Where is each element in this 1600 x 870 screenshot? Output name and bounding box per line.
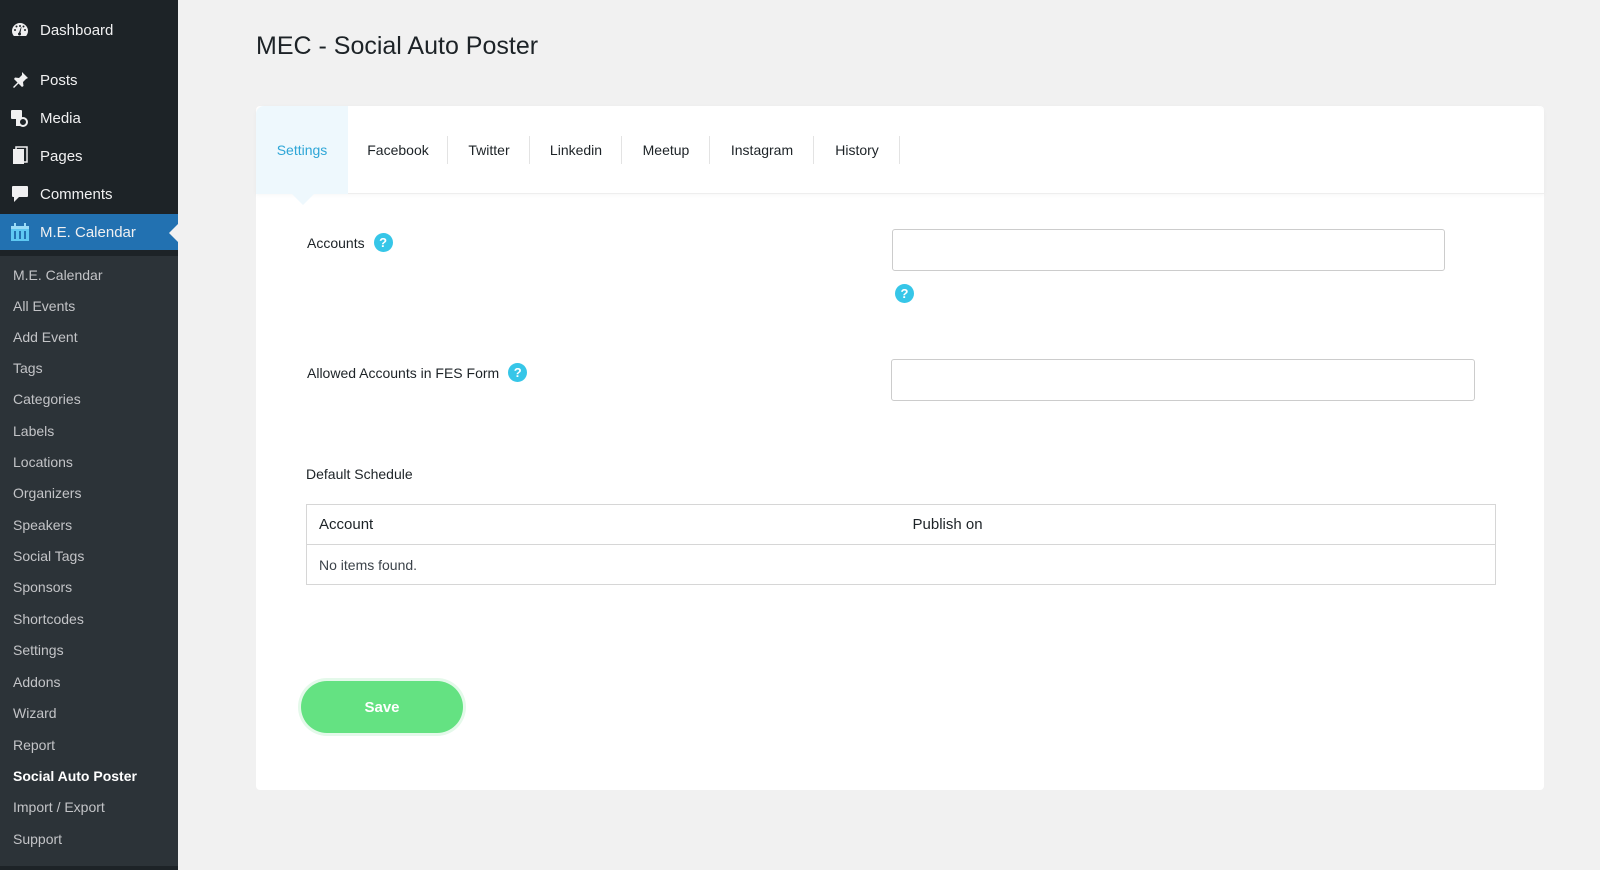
allowed-accounts-label-text: Allowed Accounts in FES Form bbox=[307, 364, 500, 381]
settings-card: Settings Facebook Twitter Linkedin Meetu… bbox=[256, 106, 1544, 790]
menu-label: Dashboard bbox=[40, 21, 114, 39]
media-icon bbox=[10, 108, 30, 128]
tab-label: Instagram bbox=[730, 142, 794, 158]
submenu-item-all-events[interactable]: All Events bbox=[13, 298, 75, 314]
submenu-item-import-export[interactable]: Import / Export bbox=[13, 799, 105, 815]
help-icon[interactable]: ? bbox=[373, 233, 393, 252]
submenu-item-shortcodes[interactable]: Shortcodes bbox=[13, 611, 84, 627]
active-menu-arrow bbox=[169, 224, 178, 242]
submenu-item-labels[interactable]: Labels bbox=[13, 423, 54, 439]
tab-linkedin[interactable]: Linkedin bbox=[530, 106, 622, 194]
allowed-accounts-input[interactable] bbox=[891, 359, 1475, 401]
menu-label: Media bbox=[40, 109, 81, 127]
submenu-item-add-event[interactable]: Add Event bbox=[13, 329, 78, 345]
pages-icon bbox=[10, 146, 30, 166]
calendar-icon bbox=[10, 222, 30, 242]
column-header-publish-on: Publish on bbox=[900, 504, 1496, 545]
table-header-row: Account Publish on bbox=[306, 504, 1496, 545]
sidebar-footer-strip bbox=[0, 866, 178, 870]
tab-instagram[interactable]: Instagram bbox=[710, 106, 814, 194]
menu-item-media[interactable]: Media bbox=[0, 100, 178, 136]
submenu-item-me-calendar[interactable]: M.E. Calendar bbox=[13, 267, 102, 283]
tab-label: Meetup bbox=[642, 142, 690, 158]
accounts-label: Accounts ? bbox=[307, 233, 393, 252]
menu-item-pages[interactable]: Pages bbox=[0, 138, 178, 174]
menu-label: Pages bbox=[40, 147, 83, 165]
schedule-table: Account Publish on No items found. bbox=[306, 504, 1496, 585]
menu-item-me-calendar[interactable]: M.E. Calendar bbox=[0, 214, 178, 250]
help-icon[interactable]: ? bbox=[508, 363, 528, 382]
tab-history[interactable]: History bbox=[814, 106, 900, 194]
tab-separator bbox=[899, 136, 900, 164]
save-button[interactable]: Save bbox=[301, 681, 463, 733]
tab-settings[interactable]: Settings bbox=[256, 106, 348, 205]
help-icon[interactable]: ? bbox=[895, 284, 914, 303]
accounts-label-text: Accounts bbox=[307, 234, 365, 251]
submenu-item-organizers[interactable]: Organizers bbox=[13, 485, 81, 501]
calendar-submenu: M.E. Calendar All Events Add Event Tags … bbox=[0, 256, 178, 866]
active-tab-pointer bbox=[292, 194, 314, 205]
empty-table-message: No items found. bbox=[319, 556, 418, 573]
submenu-item-addons[interactable]: Addons bbox=[13, 674, 60, 690]
submenu-item-categories[interactable]: Categories bbox=[13, 391, 81, 407]
default-schedule-title: Default Schedule bbox=[306, 466, 413, 482]
tab-bar: Settings Facebook Twitter Linkedin Meetu… bbox=[256, 106, 1544, 205]
dashboard-icon bbox=[10, 20, 30, 40]
menu-item-dashboard[interactable]: Dashboard bbox=[0, 12, 178, 48]
submenu-item-sponsors[interactable]: Sponsors bbox=[13, 579, 72, 595]
submenu-item-report[interactable]: Report bbox=[13, 737, 55, 753]
menu-label: Posts bbox=[40, 71, 78, 89]
table-row: No items found. bbox=[307, 545, 1496, 585]
tab-label: Settings bbox=[276, 142, 328, 158]
comment-icon bbox=[10, 184, 30, 204]
submenu-item-tags[interactable]: Tags bbox=[13, 360, 43, 376]
tab-label: History bbox=[835, 142, 879, 158]
tab-twitter[interactable]: Twitter bbox=[448, 106, 530, 194]
menu-item-posts[interactable]: Posts bbox=[0, 62, 178, 98]
menu-label: Comments bbox=[40, 185, 113, 203]
submenu-item-settings[interactable]: Settings bbox=[13, 642, 64, 658]
submenu-item-speakers[interactable]: Speakers bbox=[13, 517, 72, 533]
column-header-account: Account bbox=[306, 504, 901, 545]
tab-meetup[interactable]: Meetup bbox=[622, 106, 710, 194]
allowed-accounts-label: Allowed Accounts in FES Form ? bbox=[307, 363, 528, 382]
submenu-item-social-auto-poster[interactable]: Social Auto Poster bbox=[13, 768, 137, 784]
submenu-item-locations[interactable]: Locations bbox=[13, 454, 73, 470]
tab-label: Twitter bbox=[468, 142, 510, 158]
submenu-item-social-tags[interactable]: Social Tags bbox=[13, 548, 84, 564]
submenu-item-wizard[interactable]: Wizard bbox=[13, 705, 57, 721]
page-title: MEC - Social Auto Poster bbox=[256, 32, 539, 60]
accounts-input[interactable] bbox=[892, 229, 1445, 271]
admin-sidebar: Dashboard Posts Media Pages Comments M.E… bbox=[0, 0, 178, 870]
menu-label: M.E. Calendar bbox=[40, 223, 136, 241]
menu-item-comments[interactable]: Comments bbox=[0, 176, 178, 212]
tab-label: Facebook bbox=[367, 142, 429, 158]
pin-icon bbox=[10, 70, 30, 90]
tab-label: Linkedin bbox=[549, 142, 603, 158]
submenu-item-support[interactable]: Support bbox=[13, 831, 62, 847]
tab-facebook[interactable]: Facebook bbox=[348, 106, 448, 194]
